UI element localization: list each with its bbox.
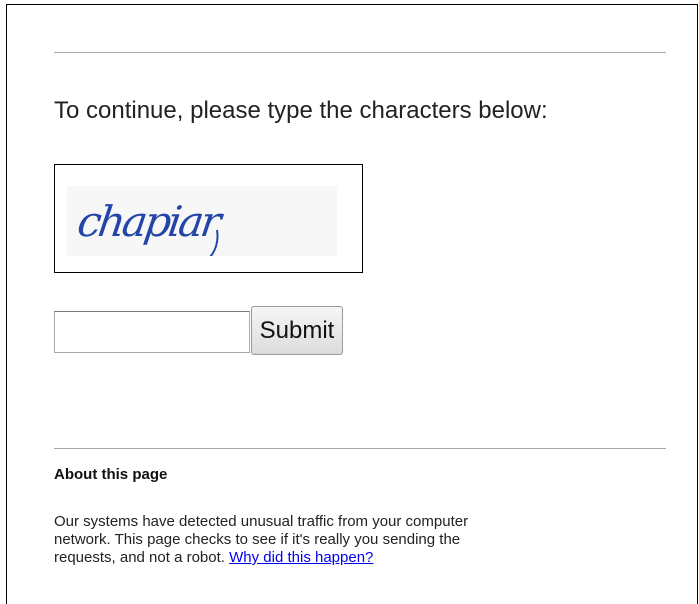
about-line-3: requests, and not a robot. <box>54 549 225 566</box>
about-description: Our systems have detected unusual traffi… <box>54 513 644 567</box>
captcha-answer-input[interactable] <box>54 311 250 353</box>
bottom-divider <box>54 448 666 449</box>
about-heading: About this page <box>54 466 168 483</box>
about-line-2: network. This page checks to see if it's… <box>54 531 461 548</box>
captcha-glyphs: chapiar <box>75 197 228 256</box>
submit-button[interactable]: Submit <box>251 306 343 355</box>
captcha-text: chapiar <box>75 197 228 246</box>
captcha-image-frame: chapiar <box>54 164 363 273</box>
captcha-image: chapiar <box>67 186 337 256</box>
about-line-1: Our systems have detected unusual traffi… <box>54 513 469 530</box>
captcha-prompt: To continue, please type the characters … <box>54 97 548 124</box>
top-divider <box>54 52 666 53</box>
why-link[interactable]: Why did this happen? <box>229 549 373 566</box>
